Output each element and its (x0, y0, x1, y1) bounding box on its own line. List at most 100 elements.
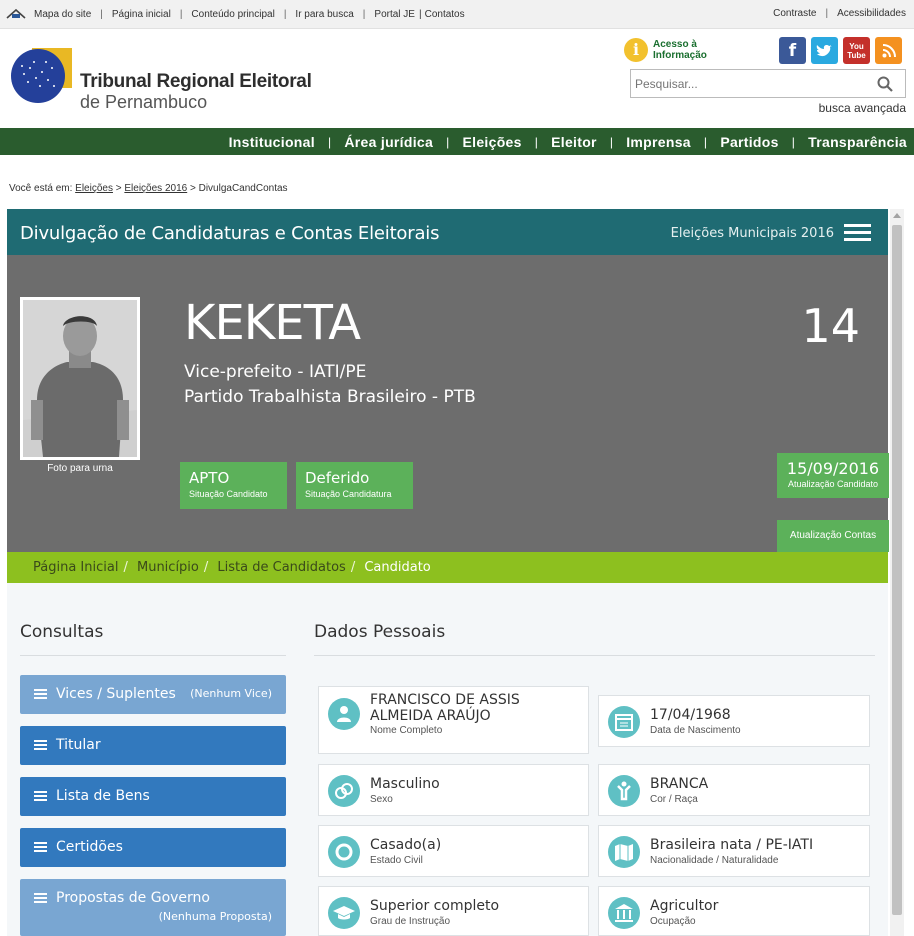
nav-item-institucional[interactable]: Institucional (222, 134, 322, 150)
marital-status-value: Casado(a) (370, 837, 442, 853)
location-breadcrumb: Você está em: Eleições > Eleições 2016 >… (9, 183, 288, 194)
advanced-search-link[interactable]: busca avançada (819, 101, 906, 115)
top-link-accessibility[interactable]: Acessibilidades (837, 8, 906, 19)
top-link-site-map[interactable]: Mapa do site (34, 9, 91, 20)
button-note: (Nenhum Vice) (190, 687, 272, 700)
person-icon (328, 698, 360, 730)
main-navigation: Institucional | Área jurídica | Eleições… (0, 128, 914, 155)
top-link-search[interactable]: Ir para busca (295, 9, 353, 20)
separator: | (446, 134, 450, 149)
nav-item-eleicoes[interactable]: Eleições (456, 134, 529, 150)
top-links-right: Contraste | Acessibilidades (773, 8, 906, 19)
certidoes-button[interactable]: Certidões (20, 828, 286, 867)
application-value: Deferido (305, 469, 370, 487)
social-links: f You Tube (779, 37, 902, 64)
org-subtitle: de Pernambuco (80, 92, 208, 112)
breadcrumb-municipio[interactable]: Município (137, 560, 199, 575)
birth-date-label: Data de Nascimento (650, 725, 741, 736)
scrollbar-thumb[interactable] (892, 225, 902, 915)
top-link-contrast[interactable]: Contraste (773, 8, 816, 19)
vices-suplentes-button[interactable]: Vices / Suplentes (Nenhum Vice) (20, 675, 286, 714)
candidate-panel: Divulgação de Candidaturas e Contas Elei… (7, 209, 889, 936)
brasil-flag-icon (6, 8, 26, 20)
top-link-portal-je[interactable]: Portal JE (374, 9, 415, 20)
separator: | (825, 8, 829, 19)
breadcrumb-current: Candidato (364, 560, 431, 575)
lista-de-bens-button[interactable]: Lista de Bens (20, 777, 286, 816)
card-education: Superior completo Grau de Instrução (318, 886, 589, 936)
candidate-details: Consultas Dados Pessoais Vices / Suplent… (7, 583, 888, 936)
panel-header: Divulgação de Candidaturas e Contas Elei… (7, 209, 888, 255)
menu-icon[interactable] (844, 224, 871, 241)
gender-icon (328, 775, 360, 807)
panel-title: Divulgação de Candidaturas e Contas Elei… (20, 223, 440, 244)
separator: | (362, 8, 366, 20)
list-icon (34, 740, 47, 750)
divider (314, 655, 875, 656)
list-icon (34, 893, 47, 903)
site-header: Tribunal Regional Eleitoral de Pernambuc… (0, 30, 914, 128)
nav-item-transparencia[interactable]: Transparência (801, 134, 914, 150)
card-sex: Masculino Sexo (318, 764, 589, 816)
candidate-update-badge: 15/09/2016 Atualização Candidato (777, 453, 889, 498)
occupation-value: Agricultor (650, 898, 719, 914)
acesso-informacao-link[interactable]: i Acesso à Informação (624, 38, 713, 62)
location-current: DivulgaCandContas (198, 183, 288, 194)
full-name-value: FRANCISCO DE ASSIS ALMEIDA ARAÚJO (370, 692, 520, 724)
twitter-icon[interactable] (811, 37, 838, 64)
button-label: Lista de Bens (56, 788, 150, 804)
scrollbar[interactable] (890, 209, 904, 936)
election-name: Eleições Municipais 2016 (670, 226, 834, 241)
nationality-value: Brasileira nata / PE-IATI (650, 837, 814, 853)
location-link-eleicoes-2016[interactable]: Eleições 2016 (124, 183, 187, 194)
candidate-name: KEKETA (184, 295, 361, 351)
top-link-home[interactable]: Página inicial (112, 9, 171, 20)
photo-label: Foto para urna (47, 463, 113, 474)
top-link-contacts[interactable]: Contatos (425, 9, 465, 20)
list-icon (34, 842, 47, 852)
separator: | (609, 134, 614, 149)
button-note: (Nenhuma Proposta) (158, 910, 272, 923)
person-raised-arms-icon (608, 775, 640, 807)
ring-icon (328, 836, 360, 868)
separator: | (418, 8, 422, 20)
card-marital-status: Casado(a) Estado Civil (318, 825, 589, 877)
full-name-label: Nome Completo (370, 725, 443, 736)
status-badge: APTO Situação Candidato (180, 462, 287, 509)
separator: | (100, 8, 103, 20)
titular-button[interactable]: Titular (20, 726, 286, 765)
candidate-photo (20, 297, 140, 460)
breadcrumb-lista[interactable]: Lista de Candidatos (217, 560, 345, 575)
application-badge: Deferido Situação Candidatura (296, 462, 413, 509)
top-link-main-content[interactable]: Conteúdo principal (191, 9, 274, 20)
breadcrumb: Página Inicial / Município / Lista de Cand… (7, 552, 888, 583)
tre-logo[interactable] (10, 44, 74, 108)
candidate-number: 14 (801, 299, 860, 353)
list-icon (34, 791, 47, 801)
divider (20, 655, 286, 656)
separator: | (703, 134, 708, 149)
nav-item-eleitor[interactable]: Eleitor (544, 134, 604, 150)
application-label: Situação Candidatura (305, 489, 392, 499)
propostas-de-governo-button[interactable]: Propostas de Governo (Nenhuma Proposta) (20, 879, 286, 936)
nav-item-imprensa[interactable]: Imprensa (619, 134, 698, 150)
separator: | (327, 134, 332, 149)
facebook-icon[interactable]: f (779, 37, 806, 64)
race-label: Cor / Raça (650, 794, 698, 805)
breadcrumb-home[interactable]: Página Inicial (33, 560, 118, 575)
location-link-eleicoes[interactable]: Eleições (75, 183, 113, 194)
nav-item-area-juridica[interactable]: Área jurídica (337, 134, 440, 150)
scroll-up-arrow-icon[interactable] (893, 213, 901, 218)
accessibility-bar: Mapa do site | Página inicial | Conteúdo… (0, 0, 914, 29)
search-icon[interactable] (877, 76, 893, 92)
youtube-icon[interactable]: You Tube (843, 37, 870, 64)
update-date-value: 15/09/2016 (786, 459, 880, 478)
search-input[interactable] (631, 70, 861, 97)
nav-item-partidos[interactable]: Partidos (713, 134, 785, 150)
candidate-party: Partido Trabalhista Brasileiro - PTB (184, 387, 476, 407)
candidate-role: Vice-prefeito - IATI/PE (184, 362, 367, 382)
rss-icon[interactable] (875, 37, 902, 64)
building-icon (608, 897, 640, 929)
accounts-update-badge[interactable]: Atualização Contas (777, 520, 889, 552)
org-title: Tribunal Regional Eleitoral (80, 71, 312, 92)
